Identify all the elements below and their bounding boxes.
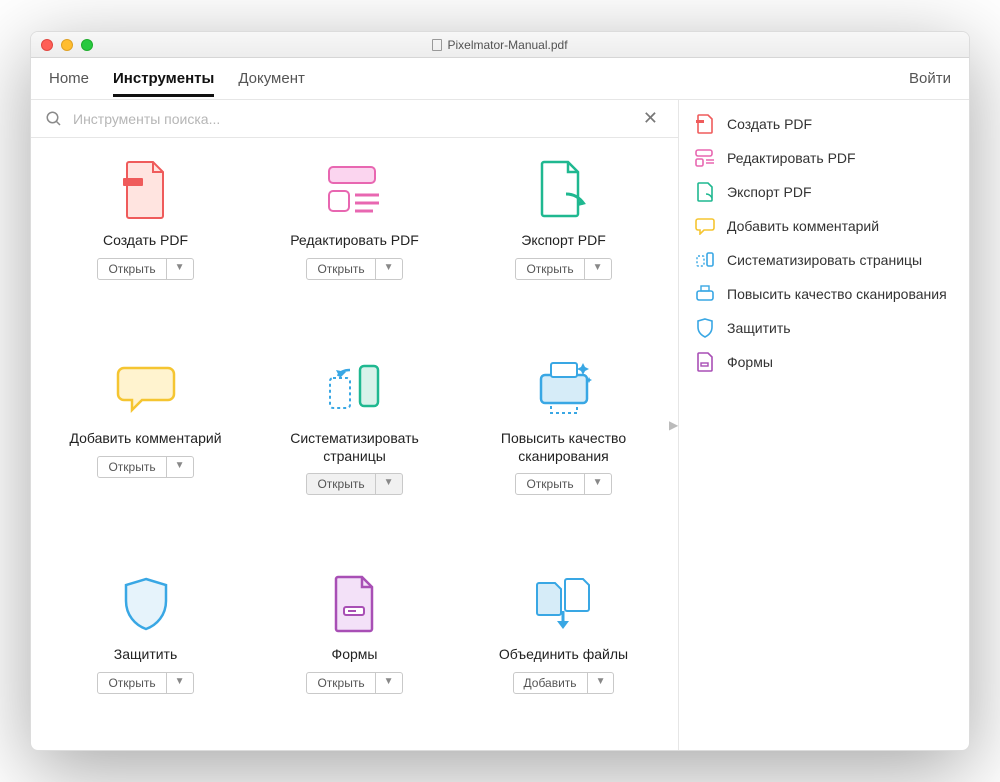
tab-tools[interactable]: Инструменты xyxy=(113,60,214,97)
sidebar-item-label: Добавить комментарий xyxy=(727,218,879,234)
tab-document[interactable]: Документ xyxy=(238,60,305,97)
card-label: Формы xyxy=(332,646,378,664)
search-bar: ✕ xyxy=(31,100,678,138)
search-input[interactable] xyxy=(73,111,627,127)
card-label: Экспорт PDF xyxy=(521,232,606,250)
sidebar-item-label: Защитить xyxy=(727,320,791,336)
sidebar-item-enhance-scan[interactable]: Повысить качество сканирования xyxy=(695,284,953,304)
card-add-comment[interactable]: Добавить комментарий Открыть ▼ xyxy=(41,356,250,541)
sidebar-item-organize-pages[interactable]: Систематизировать страницы xyxy=(695,250,953,270)
chevron-down-icon[interactable]: ▼ xyxy=(376,474,402,494)
window-title: Pixelmator-Manual.pdf xyxy=(447,38,567,52)
chevron-down-icon[interactable]: ▼ xyxy=(588,673,614,693)
chevron-down-icon[interactable]: ▼ xyxy=(585,474,611,494)
shield-icon xyxy=(114,572,178,636)
collapse-sidebar-handle[interactable]: ▶ xyxy=(669,418,678,432)
traffic-lights xyxy=(41,39,93,51)
sidebar-item-label: Формы xyxy=(727,354,773,370)
chevron-down-icon[interactable]: ▼ xyxy=(167,673,193,693)
organize-pages-icon xyxy=(323,356,387,420)
search-icon xyxy=(45,110,63,128)
export-pdf-icon xyxy=(532,158,596,222)
clear-search-button[interactable]: ✕ xyxy=(637,106,664,131)
edit-pdf-icon xyxy=(695,148,715,168)
sidebar-item-label: Повысить качество сканирования xyxy=(727,286,947,302)
card-create-pdf[interactable]: Создать PDF Открыть ▼ xyxy=(41,158,250,326)
add-split-button[interactable]: Добавить ▼ xyxy=(513,672,615,694)
card-label: Защитить xyxy=(114,646,178,664)
open-split-button[interactable]: Открыть ▼ xyxy=(97,672,193,694)
sidebar-item-label: Систематизировать страницы xyxy=(727,252,922,268)
sidebar-item-label: Создать PDF xyxy=(727,116,812,132)
card-export-pdf[interactable]: Экспорт PDF Открыть ▼ xyxy=(459,158,668,326)
sidebar-item-label: Экспорт PDF xyxy=(727,184,812,200)
card-label: Объединить файлы xyxy=(499,646,628,664)
chevron-down-icon[interactable]: ▼ xyxy=(167,259,193,279)
create-pdf-icon xyxy=(695,114,715,134)
export-pdf-icon xyxy=(695,182,715,202)
card-label: Создать PDF xyxy=(103,232,188,250)
create-pdf-icon xyxy=(114,158,178,222)
sidebar-item-edit-pdf[interactable]: Редактировать PDF xyxy=(695,148,953,168)
nav-tabs: Home Инструменты Документ Войти xyxy=(31,58,969,100)
chevron-down-icon[interactable]: ▼ xyxy=(167,457,193,477)
open-split-button[interactable]: Открыть ▼ xyxy=(515,473,611,495)
organize-pages-icon xyxy=(695,250,715,270)
sidebar-item-label: Редактировать PDF xyxy=(727,150,856,166)
open-split-button[interactable]: Открыть ▼ xyxy=(97,456,193,478)
card-label: Редактировать PDF xyxy=(290,232,419,250)
card-edit-pdf[interactable]: Редактировать PDF Открыть ▼ xyxy=(250,158,459,326)
sidebar-item-forms[interactable]: Формы xyxy=(695,352,953,372)
forms-icon xyxy=(323,572,387,636)
card-organize-pages[interactable]: Систематизировать страницы Открыть ▼ xyxy=(250,356,459,541)
card-label: Повысить качество сканирования xyxy=(479,430,649,465)
enhance-scan-icon xyxy=(532,356,596,420)
open-split-button[interactable]: Открыть ▼ xyxy=(97,258,193,280)
chevron-down-icon[interactable]: ▼ xyxy=(376,259,402,279)
open-split-button[interactable]: Открыть ▼ xyxy=(306,258,402,280)
combine-files-icon xyxy=(532,572,596,636)
close-window-button[interactable] xyxy=(41,39,53,51)
card-label: Добавить комментарий xyxy=(69,430,221,448)
app-window: Pixelmator-Manual.pdf Home Инструменты Д… xyxy=(30,31,970,751)
tools-grid: Создать PDF Открыть ▼ Редактировать PDF … xyxy=(31,138,678,750)
sidebar-item-create-pdf[interactable]: Создать PDF xyxy=(695,114,953,134)
chevron-down-icon[interactable]: ▼ xyxy=(376,673,402,693)
open-split-button[interactable]: Открыть ▼ xyxy=(306,672,402,694)
minimize-window-button[interactable] xyxy=(61,39,73,51)
shield-icon xyxy=(695,318,715,338)
forms-icon xyxy=(695,352,715,372)
card-enhance-scan[interactable]: Повысить качество сканирования Открыть ▼ xyxy=(459,356,668,541)
login-button[interactable]: Войти xyxy=(909,60,951,97)
comment-icon xyxy=(695,216,715,236)
titlebar: Pixelmator-Manual.pdf xyxy=(31,32,969,58)
document-icon xyxy=(432,39,442,51)
card-protect[interactable]: Защитить Открыть ▼ xyxy=(41,572,250,740)
sidebar-item-export-pdf[interactable]: Экспорт PDF xyxy=(695,182,953,202)
chevron-down-icon[interactable]: ▼ xyxy=(585,259,611,279)
enhance-scan-icon xyxy=(695,284,715,304)
card-label: Систематизировать страницы xyxy=(270,430,440,465)
open-split-button[interactable]: Открыть ▼ xyxy=(306,473,402,495)
card-forms[interactable]: Формы Открыть ▼ xyxy=(250,572,459,740)
main-panel: ✕ Создать PDF Открыть ▼ xyxy=(31,100,679,750)
sidebar: ▶ Создать PDF Редактировать PDF xyxy=(679,100,969,750)
edit-pdf-icon xyxy=(323,158,387,222)
open-split-button[interactable]: Открыть ▼ xyxy=(515,258,611,280)
card-combine-files[interactable]: Объединить файлы Добавить ▼ xyxy=(459,572,668,740)
sidebar-item-add-comment[interactable]: Добавить комментарий xyxy=(695,216,953,236)
maximize-window-button[interactable] xyxy=(81,39,93,51)
sidebar-item-protect[interactable]: Защитить xyxy=(695,318,953,338)
comment-icon xyxy=(114,356,178,420)
tab-home[interactable]: Home xyxy=(49,60,89,97)
